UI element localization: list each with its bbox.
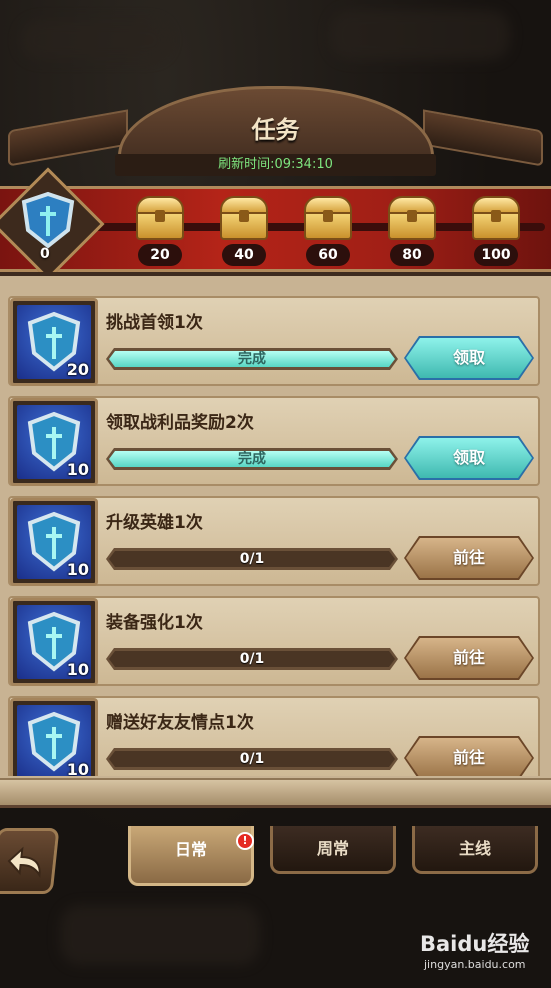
task-progress-text: 0/1 bbox=[239, 751, 265, 767]
goto-button[interactable]: 前往 bbox=[406, 638, 532, 678]
notification-badge: ! bbox=[236, 832, 254, 850]
task-progress-bar: 0/1 bbox=[106, 748, 398, 770]
chest-milestone-label: 40 bbox=[222, 244, 266, 266]
treasure-chest-icon[interactable] bbox=[468, 196, 524, 244]
task-reward-icon: 10 bbox=[17, 505, 91, 579]
task-points: 10 bbox=[66, 560, 89, 579]
chest-milestone-label: 20 bbox=[138, 244, 182, 266]
task-title: 赠送好友友情点1次 bbox=[106, 713, 254, 733]
treasure-chest-icon[interactable] bbox=[384, 196, 440, 244]
treasure-chest-icon[interactable] bbox=[216, 196, 272, 244]
refresh-timer: 刷新时间:09:34:10 bbox=[115, 154, 436, 176]
header-banner: 任务 刷新时间:09:34:10 bbox=[0, 80, 551, 190]
tab-main[interactable]: 主线 bbox=[412, 826, 538, 874]
task-reward-frame: 10 bbox=[10, 698, 98, 776]
task-title: 升级英雄1次 bbox=[106, 513, 203, 533]
panel-bottom-border bbox=[0, 778, 551, 808]
task-reward-frame: 10 bbox=[10, 598, 98, 686]
task-reward-icon: 20 bbox=[17, 305, 91, 379]
task-progress-bar: 完成 bbox=[106, 448, 398, 470]
treasure-chest-icon[interactable] bbox=[132, 196, 188, 244]
task-list[interactable]: 20 挑战首领1次 完成 领取 10 领取战利品奖励2次 完成 领取 10 升级英雄1次 0/1 前往… bbox=[0, 276, 551, 776]
task-progress-text: 完成 bbox=[238, 451, 266, 467]
treasure-chest-icon[interactable] bbox=[300, 196, 356, 244]
goto-button[interactable]: 前往 bbox=[406, 538, 532, 578]
claim-button[interactable]: 领取 bbox=[406, 338, 532, 378]
task-points: 20 bbox=[66, 360, 89, 379]
chest-milestone-label: 100 bbox=[474, 244, 518, 266]
claim-button[interactable]: 领取 bbox=[406, 438, 532, 478]
task-row: 10 领取战利品奖励2次完成 领取 bbox=[8, 396, 540, 486]
task-list-panel: 20 挑战首领1次 完成 领取 10 领取战利品奖励2次 完成 领取 10 升级英雄1次 0/1 前往… bbox=[0, 272, 551, 802]
task-title: 装备强化1次 bbox=[106, 613, 203, 633]
task-reward-icon: 10 bbox=[17, 705, 91, 776]
activity-points: 0 bbox=[40, 246, 50, 262]
task-progress-bar: 0/1 bbox=[106, 648, 398, 670]
task-row: 10 赠送好友友情点1次 0/1 前往 bbox=[8, 696, 540, 776]
task-progress-bar: 完成 bbox=[106, 348, 398, 370]
tab-daily[interactable]: 日常 bbox=[128, 826, 254, 886]
background-blur-shape bbox=[60, 905, 260, 965]
watermark-url: jingyan.baidu.com bbox=[424, 958, 526, 971]
task-reward-frame: 10 bbox=[10, 498, 98, 586]
task-title: 领取战利品奖励2次 bbox=[106, 413, 254, 433]
task-progress-text: 完成 bbox=[238, 351, 266, 367]
task-progress-text: 0/1 bbox=[239, 651, 265, 667]
task-progress-bar: 0/1 bbox=[106, 548, 398, 570]
task-title: 挑战首领1次 bbox=[106, 313, 203, 333]
back-arrow-icon bbox=[7, 846, 41, 879]
background-blur-shape bbox=[20, 20, 170, 60]
task-row: 20 挑战首领1次完成 领取 bbox=[8, 296, 540, 386]
tab-weekly[interactable]: 周常 bbox=[270, 826, 396, 874]
task-progress-text: 0/1 bbox=[239, 551, 265, 567]
chest-milestone-label: 80 bbox=[390, 244, 434, 266]
task-reward-icon: 10 bbox=[17, 605, 91, 679]
watermark-logo: Baidu经验 bbox=[420, 932, 530, 956]
task-points: 10 bbox=[66, 460, 89, 479]
goto-button[interactable]: 前往 bbox=[406, 738, 532, 776]
task-points: 10 bbox=[66, 660, 89, 679]
back-button[interactable] bbox=[0, 828, 60, 894]
shield-icon bbox=[21, 191, 75, 249]
task-row: 10 升级英雄1次 0/1 前往 bbox=[8, 496, 540, 586]
task-reward-frame: 20 bbox=[10, 298, 98, 386]
chest-milestone-label: 60 bbox=[306, 244, 350, 266]
background-blur-shape bbox=[330, 10, 510, 60]
task-reward-frame: 10 bbox=[10, 398, 98, 486]
task-reward-icon: 10 bbox=[17, 405, 91, 479]
task-points: 10 bbox=[66, 760, 89, 776]
task-row: 10 装备强化1次 0/1 前往 bbox=[8, 596, 540, 686]
page-title: 任务 bbox=[251, 116, 300, 144]
baidu-watermark: Baidu经验 jingyan.baidu.com bbox=[420, 928, 545, 978]
